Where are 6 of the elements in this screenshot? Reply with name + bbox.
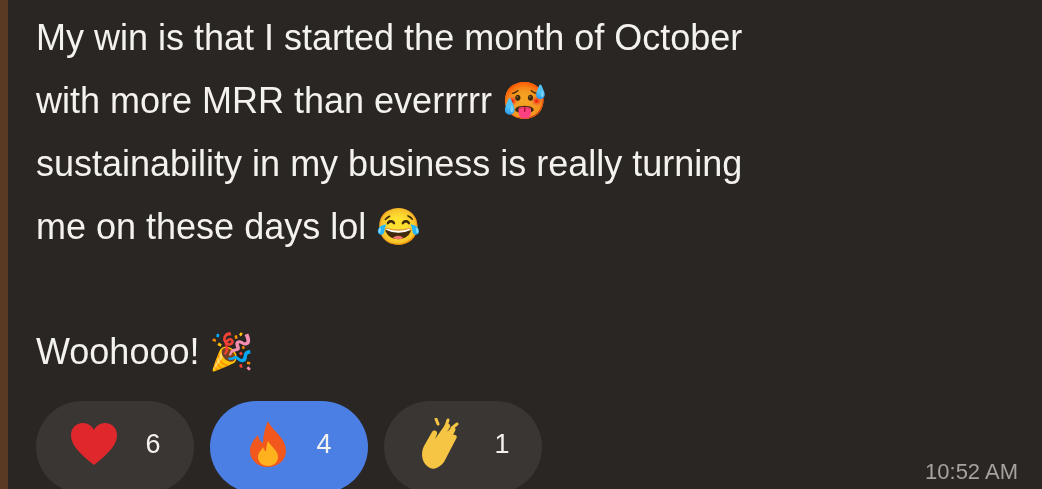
message-time: 10:52 AM xyxy=(925,459,1018,485)
heart-icon xyxy=(69,421,120,467)
message-text: My win is that I started the month of October with more MRR than everrrrr 🥵 sustainability in my business is really turning me on these days lol 😂 xyxy=(36,16,744,249)
reaction-button[interactable]: 6 xyxy=(36,401,194,489)
reaction-button[interactable]: 1 xyxy=(384,401,542,489)
message-text: Woohooo! 🎉 xyxy=(36,330,256,374)
